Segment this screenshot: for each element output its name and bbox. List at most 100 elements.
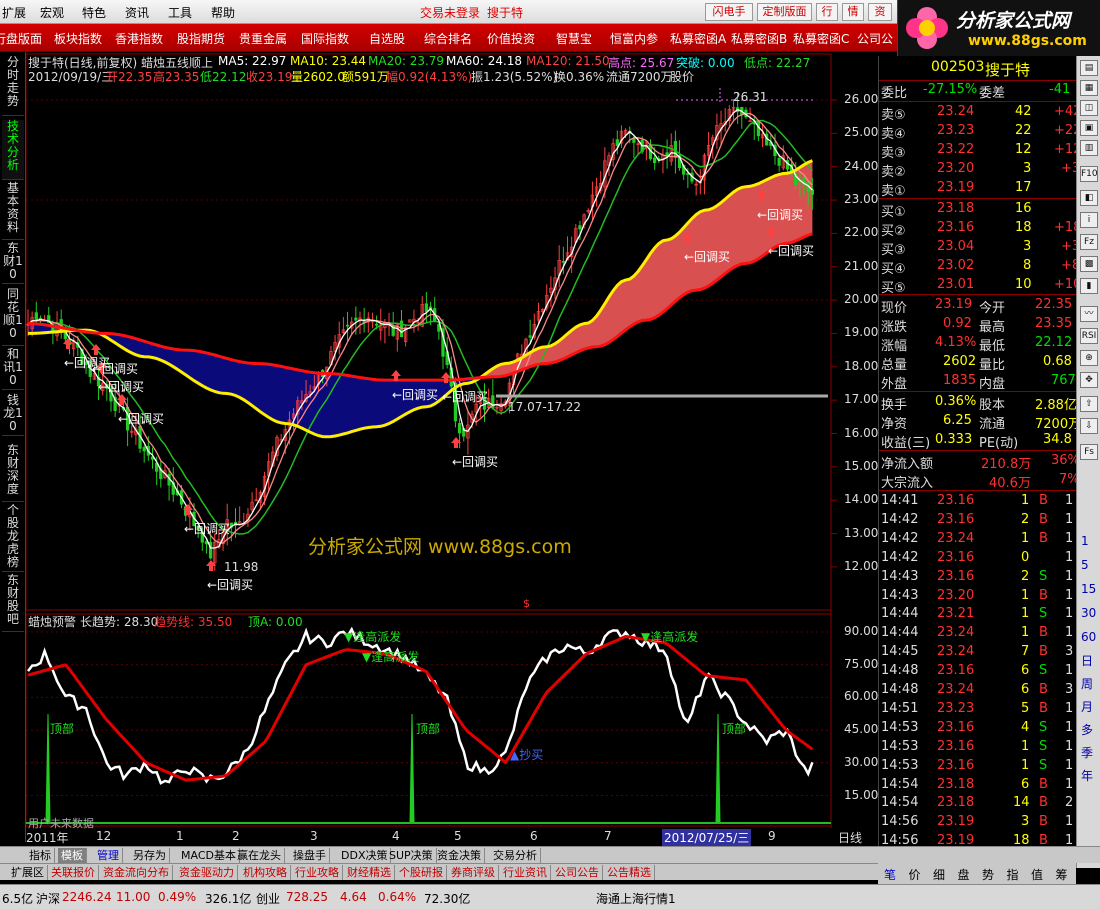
tick-row[interactable]: 14:41 23.16 1 B 1 — [879, 492, 1077, 511]
indicator-tab[interactable]: 操盘手 — [290, 848, 330, 863]
flow-row[interactable]: 大宗流入 40.6万 7% — [879, 471, 1080, 491]
custom-layout-button[interactable]: 定制版面 — [757, 3, 812, 21]
side-icon-f2[interactable]: ▦ — [1080, 80, 1098, 96]
info-tab[interactable]: 机构攻略 — [240, 865, 291, 880]
vtab-guba[interactable]: 东财股吧 — [2, 574, 24, 632]
tick-row[interactable]: 14:44 23.21 1 S 1 — [879, 605, 1077, 624]
vtab-dongcai10[interactable]: 东财10 — [2, 242, 24, 284]
stat2-row[interactable]: 收益(三) 0.333 PE(动) 34.8 — [879, 431, 1077, 451]
bid-row[interactable]: 买⑤ 23.01 10 +10 — [879, 276, 1081, 296]
panel-tab[interactable]: 盘 — [958, 866, 970, 883]
indicator-tab[interactable]: DDX决策 — [338, 848, 392, 863]
nav-tab-private-b[interactable]: 私募密函B — [731, 30, 787, 47]
vtab-dongcai-depth[interactable]: 东财深度 — [2, 444, 24, 502]
nav-tab-intl-index[interactable]: 国际指数 — [301, 30, 349, 47]
ask-row[interactable]: 卖④ 23.23 22 +22 — [879, 122, 1081, 142]
flash-trade-button[interactable]: 闪电手 — [705, 3, 753, 21]
indicator-tab[interactable]: 管理 — [94, 848, 123, 863]
info-tab[interactable]: 扩展区 — [8, 865, 48, 880]
info-tab[interactable]: 个股研报 — [396, 865, 447, 880]
indicator-tab[interactable]: 另存为 — [130, 848, 170, 863]
indicator-tab[interactable]: SUP决策 — [386, 848, 437, 863]
vtab-basic[interactable]: 基本资料 — [2, 182, 24, 240]
bid-row[interactable]: 买① 23.18 16 — [879, 200, 1077, 220]
nav-tab-ranking[interactable]: 综合排名 — [424, 30, 472, 47]
info-tab[interactable]: 公司公告 — [552, 865, 603, 880]
indicator-tab[interactable]: 指标 — [26, 848, 55, 863]
nav-tab-futures[interactable]: 股指期货 — [177, 30, 225, 47]
tick-row[interactable]: 14:43 23.16 2 S 1 — [879, 568, 1077, 587]
vtab-ths10[interactable]: 同花顺10 — [2, 288, 24, 346]
side-icon-grid[interactable]: ▩ — [1080, 256, 1098, 272]
panel-tab[interactable]: 价 — [909, 866, 921, 883]
side-icon-zoomin[interactable]: ⊕ — [1080, 350, 1098, 366]
side-icon-up[interactable]: ⇧ — [1080, 396, 1098, 412]
stat2-row[interactable]: 换手 0.36% 股本 2.88亿 — [879, 393, 1077, 413]
tick-row[interactable]: 14:42 23.24 1 B 1 — [879, 530, 1077, 549]
indicator-tab[interactable]: 资金决策 — [434, 848, 485, 863]
tick-row[interactable]: 14:45 23.24 7 B 3 — [879, 643, 1077, 662]
menu-help[interactable]: 帮助 — [211, 4, 235, 21]
nav-tab-insider[interactable]: 恒富内参 — [610, 30, 658, 47]
panel-tab[interactable]: 筹 — [1056, 866, 1068, 883]
side-icon-rsi[interactable]: RSI — [1080, 328, 1098, 344]
period-label[interactable]: 日线 — [838, 829, 862, 846]
vtab-dragon-tiger[interactable]: 个股龙虎榜 — [2, 504, 24, 572]
tick-row[interactable]: 14:42 23.16 2 B 1 — [879, 511, 1077, 530]
period-minute[interactable]: 5 — [1081, 558, 1089, 572]
menu-news[interactable]: 资讯 — [125, 4, 149, 21]
period-minute[interactable]: 1 — [1081, 534, 1089, 548]
ask-row[interactable]: 卖① 23.19 17 — [879, 179, 1077, 199]
quote-button-a[interactable]: 行 — [816, 3, 838, 21]
side-icon-info[interactable]: i — [1080, 212, 1098, 228]
side-icon-down[interactable]: ⇩ — [1080, 418, 1098, 434]
nav-tab-smart[interactable]: 智慧宝 — [556, 30, 592, 47]
panel-tab[interactable]: 势 — [982, 866, 994, 883]
nav-tab-sector-index[interactable]: 板块指数 — [54, 30, 102, 47]
side-icon-chart[interactable]: ◧ — [1080, 190, 1098, 206]
stat-row[interactable]: 现价 23.19 今开 22.35 — [879, 296, 1077, 316]
side-icon-fz[interactable]: Fz — [1080, 234, 1098, 250]
bid-row[interactable]: 买② 23.16 18 +18 — [879, 219, 1081, 239]
nav-tab-company[interactable]: 公司公 — [857, 30, 893, 47]
side-icon-move[interactable]: ✥ — [1080, 372, 1098, 388]
nav-tab-layout[interactable]: 行盘版面 — [0, 30, 42, 47]
menu-extend[interactable]: 扩展 — [2, 4, 26, 21]
period-day[interactable]: 月 — [1081, 698, 1093, 715]
indicator-tab[interactable]: 赢在龙头 — [234, 848, 285, 863]
panel-tab[interactable]: 指 — [1007, 866, 1019, 883]
nav-tab-metals[interactable]: 贵重金属 — [239, 30, 287, 47]
tick-row[interactable]: 14:44 23.24 1 B 1 — [879, 624, 1077, 643]
side-icon-f3[interactable]: ◫ — [1080, 100, 1098, 116]
info-tab[interactable]: 行业资讯 — [500, 865, 551, 880]
nav-tab-private-a[interactable]: 私募密函A — [670, 30, 726, 47]
side-icon-f5[interactable]: ▥ — [1080, 140, 1098, 156]
nav-tab-hk-index[interactable]: 香港指数 — [115, 30, 163, 47]
info-tab[interactable]: 资金驱动力 — [176, 865, 238, 880]
kline-chart-svg[interactable] — [26, 52, 878, 842]
stat-row[interactable]: 涨幅 4.13% 最低 22.12 — [879, 334, 1077, 354]
stat-row[interactable]: 涨跌 0.92 最高 23.35 — [879, 315, 1077, 335]
nav-tab-watchlist[interactable]: 自选股 — [369, 30, 405, 47]
menu-tools[interactable]: 工具 — [168, 4, 192, 21]
tick-row[interactable]: 14:56 23.19 3 B 1 — [879, 813, 1077, 832]
indicator-tab[interactable]: 交易分析 — [490, 848, 541, 863]
stat2-row[interactable]: 净资 6.25 流通 7200万 — [879, 412, 1081, 432]
info-tab[interactable]: 资金流向分布 — [100, 865, 173, 880]
nav-tab-value[interactable]: 价值投资 — [487, 30, 535, 47]
panel-tab[interactable]: 细 — [933, 866, 945, 883]
side-icon-bars[interactable]: ▮ — [1080, 278, 1098, 294]
quote-button-b[interactable]: 情 — [842, 3, 864, 21]
info-tab[interactable]: 关联报价 — [48, 865, 99, 880]
period-minute[interactable]: 15 — [1081, 582, 1096, 596]
info-tab[interactable]: 财经精选 — [344, 865, 395, 880]
period-day[interactable]: 多 — [1081, 721, 1093, 738]
kline-chart-area[interactable]: 搜于特(日线,前复权) 蜡烛五线顺上 MA5: 22.97 MA10: 23.4… — [26, 52, 878, 861]
info-tab[interactable]: 行业攻略 — [292, 865, 343, 880]
tick-row[interactable]: 14:53 23.16 1 S 1 — [879, 757, 1077, 776]
info-button[interactable]: 资 — [868, 3, 892, 21]
side-icon-f1[interactable]: ▤ — [1080, 60, 1098, 76]
info-tab[interactable]: 公告精选 — [604, 865, 655, 880]
tick-row[interactable]: 14:51 23.23 5 B 1 — [879, 700, 1077, 719]
panel-tab[interactable]: 值 — [1031, 866, 1043, 883]
